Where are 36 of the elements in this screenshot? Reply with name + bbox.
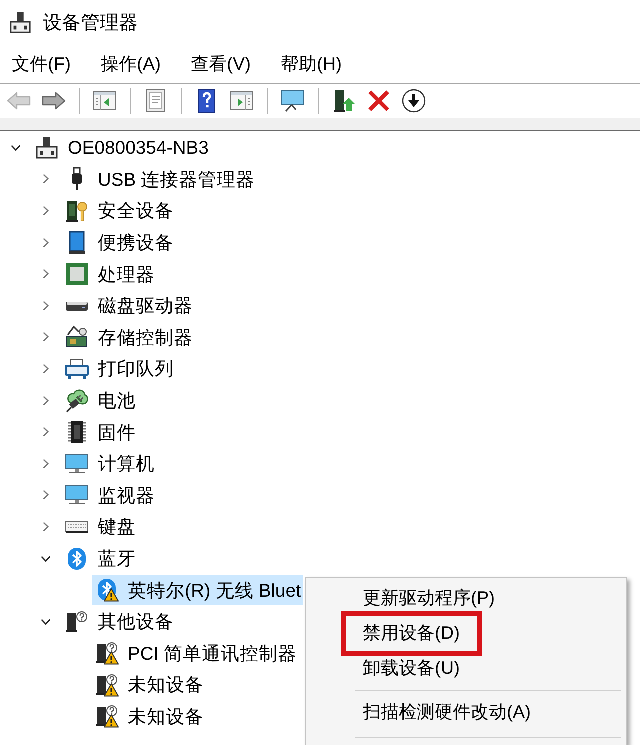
tree-item[interactable]: OE0800354-NB3 <box>32 132 211 163</box>
tree-item[interactable]: 未知设备 <box>92 701 206 732</box>
menu-item[interactable]: 帮助(H) <box>272 48 350 80</box>
tree-item[interactable]: PCI 简单通讯控制器 <box>92 638 299 668</box>
down-arrow-circle-icon <box>402 89 426 113</box>
tree-item[interactable]: 未知设备 <box>92 670 206 700</box>
cross-icon <box>367 89 391 113</box>
menu-item[interactable]: 文件(F) <box>4 48 79 80</box>
chevron-icon[interactable] <box>11 142 21 153</box>
tree-item[interactable]: 处理器 <box>62 259 157 290</box>
tree-item[interactable]: 其他设备 <box>62 606 176 637</box>
tree-item[interactable]: 电池 <box>62 386 138 416</box>
tree-item[interactable]: 键盘 <box>62 512 138 542</box>
tree-item[interactable]: 蓝牙 <box>62 544 138 574</box>
tree-item[interactable]: 磁盘驱动器 <box>62 290 195 321</box>
tree-item[interactable]: USB 连接器管理器 <box>62 164 258 194</box>
device-icon <box>9 10 32 36</box>
chevron-icon[interactable] <box>41 554 51 564</box>
tree-item[interactable]: 便携设备 <box>62 228 176 258</box>
menu-item[interactable]: 查看(V) <box>182 48 259 80</box>
disable-button[interactable] <box>400 87 428 115</box>
context-menu-item[interactable]: 扫描检测硬件改动(A) <box>346 695 548 730</box>
menu-item[interactable]: 操作(A) <box>92 48 169 80</box>
tree-item[interactable]: 计算机 <box>62 448 157 479</box>
tree-item[interactable]: 安全设备 <box>62 196 176 226</box>
tree-item[interactable]: 固件 <box>62 417 138 448</box>
tree-item[interactable]: 打印队列 <box>62 354 176 384</box>
tower-arrow-icon <box>332 89 356 113</box>
sheet-icon <box>144 89 168 113</box>
tree-item[interactable]: 监视器 <box>62 480 157 510</box>
window-title: 设备管理器 <box>43 12 138 36</box>
chevron-icon[interactable] <box>41 616 51 627</box>
monitor-icon <box>281 89 305 113</box>
tree-item[interactable]: 存储控制器 <box>62 322 195 352</box>
tree-item[interactable]: 英特尔(R) 无线 Bluet <box>92 575 304 606</box>
context-menu-item[interactable]: 禁用设备(D) <box>341 611 482 656</box>
